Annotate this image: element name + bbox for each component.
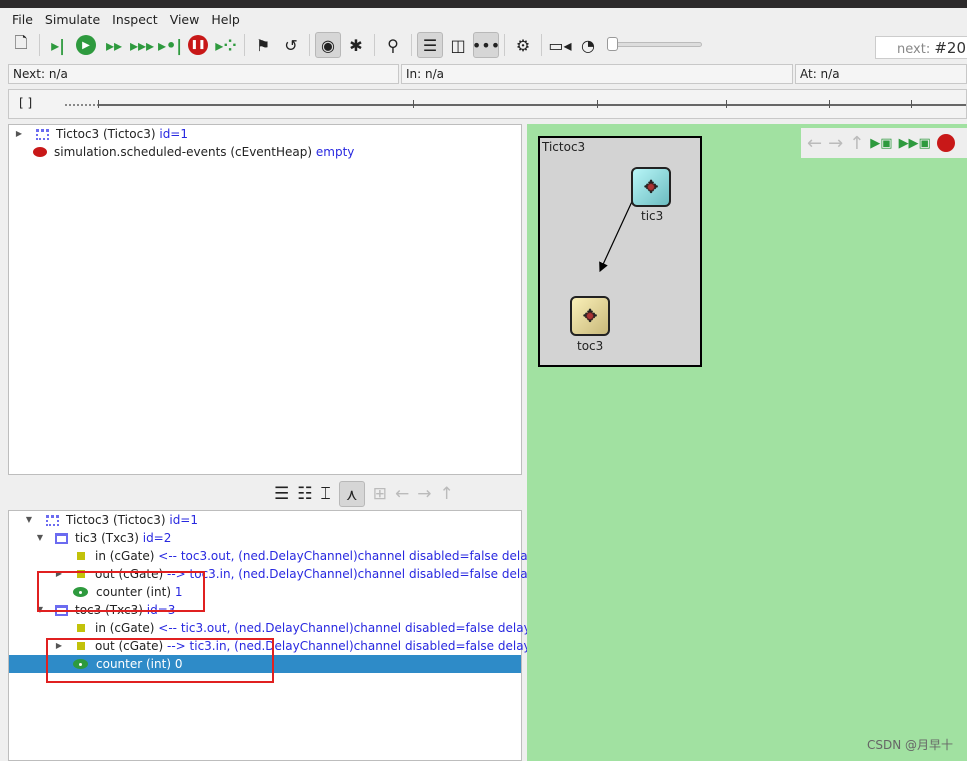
tree-item-tictoc3[interactable]: ▶ Tictoc3 (Tictoc3) id=1 — [9, 125, 188, 143]
stop-icon[interactable]: ❚❚ — [185, 32, 211, 58]
node-tic3-label: tic3 — [641, 209, 664, 223]
finish-flag-icon[interactable]: ⚑ — [250, 32, 276, 58]
network-module-box: Tictoc3 ✥ tic3 ✥ toc3 — [538, 136, 702, 367]
expand-icon[interactable]: ▶ — [14, 125, 24, 143]
menu-simulate[interactable]: Simulate — [39, 12, 106, 27]
forward-icon[interactable]: → — [828, 133, 843, 154]
module-icon — [55, 532, 68, 544]
title-bar — [0, 0, 967, 8]
tree-item-scheduled-events[interactable]: simulation.scheduled-events (cEventHeap)… — [9, 143, 354, 161]
menu-view[interactable]: View — [164, 12, 206, 27]
object-inspector-panel: ▼ Tictoc3 (Tictoc3) id=1 ▼ tic3 (Txc3) id=… — [8, 510, 570, 761]
find-icon[interactable]: ⚲ — [380, 32, 406, 58]
timeline-icon[interactable]: ☰ — [417, 32, 443, 58]
row-value: id=1 — [169, 513, 198, 527]
row-value: id=2 — [142, 531, 172, 545]
back-icon[interactable]: ← — [395, 484, 409, 504]
inspector-toolbar: ☰ ☷ ⌶ ⋏ ⊞ ← → ↑ — [274, 480, 522, 508]
settings-icon[interactable]: ⚙ — [510, 32, 536, 58]
tree-row[interactable]: in (cGate) <-- toc3.out, (ned.DelayChann… — [9, 547, 570, 565]
item-value: empty — [315, 145, 355, 159]
up-icon[interactable]: ↑ — [849, 133, 864, 154]
up-icon[interactable]: ↑ — [439, 484, 453, 504]
watermark: CSDN @月早十 — [866, 738, 953, 752]
debug-icon[interactable]: ✱ — [343, 32, 369, 58]
status-next: Next: n/a — [8, 64, 399, 84]
tree-row[interactable]: ▼ Tictoc3 (Tictoc3) id=1 — [9, 511, 198, 529]
status-in: In: n/a — [401, 64, 793, 84]
back-icon[interactable]: ← — [807, 133, 822, 154]
next-event-field[interactable]: next: #20 — [875, 36, 967, 59]
object-tree-icon[interactable]: ◫ — [445, 32, 471, 58]
debug-next-icon[interactable]: ▸⁘ — [213, 32, 239, 58]
forward-icon[interactable]: → — [417, 484, 431, 504]
menu-bar: File Simulate Inspect View Help — [0, 8, 967, 30]
inheritance-mode-icon[interactable]: ⌶ — [321, 484, 331, 504]
annotation-box — [46, 638, 274, 683]
row-label: in (cGate) — [95, 621, 155, 635]
record-icon[interactable]: ◉ — [315, 32, 341, 58]
menu-inspect[interactable]: Inspect — [106, 12, 164, 27]
network-icon — [46, 514, 59, 526]
express-run-icon[interactable]: ▸▸▸ — [129, 32, 155, 58]
fast-local-icon[interactable]: ▶▶▣ — [899, 136, 931, 151]
item-value: id=1 — [159, 127, 188, 141]
tree-mode-icon[interactable]: ⋏ — [338, 481, 365, 507]
tree-row[interactable]: in (cGate) <-- tic3.out, (ned.DelayChann… — [9, 619, 566, 637]
event-heap-icon — [33, 147, 47, 157]
node-toc3-icon[interactable]: ✥ — [570, 296, 610, 336]
speed-icon[interactable]: ◔ — [575, 32, 601, 58]
toolbar: 🗋 ▸| ▶ ▸▸ ▸▸▸ ▸•| ❚❚ ▸⁘ ⚑ ↺ ◉ ✱ ⚲ ☰ ◫ ••… — [0, 30, 967, 60]
canvas-toolbar: ← → ↑ ▶▣ ▶▶▣ — [801, 128, 967, 158]
row-label: Tictoc3 (Tictoc3) — [66, 513, 166, 527]
gate-icon — [77, 552, 85, 560]
row-value: <-- toc3.out, (ned.DelayChannel)channel … — [158, 549, 571, 563]
animation-icon[interactable]: ••• — [472, 32, 500, 58]
video-icon[interactable]: ▭◂ — [547, 32, 573, 58]
node-toc3-label: toc3 — [577, 339, 604, 353]
menu-help[interactable]: Help — [205, 12, 246, 27]
row-label: in (cGate) — [95, 549, 155, 563]
timeline-brackets: [ ] — [19, 96, 33, 110]
connection-arrow — [599, 172, 649, 273]
step-local-icon[interactable]: ▶▣ — [870, 136, 892, 151]
item-label: simulation.scheduled-events (cEventHeap) — [54, 145, 313, 159]
grouped-mode-icon[interactable]: ⊞ — [373, 484, 387, 504]
object-tree-panel: ▶ Tictoc3 (Tictoc3) id=1 simulation.sche… — [8, 124, 522, 475]
flat-mode-icon[interactable]: ☷ — [297, 484, 312, 504]
gate-icon — [77, 624, 85, 632]
network-canvas[interactable]: Tictoc3 ✥ tic3 ✥ toc3 ← → ↑ ▶▣ ▶▶▣ CSDN … — [527, 124, 967, 761]
run-until-icon[interactable]: ▸•| — [157, 32, 183, 58]
item-label: Tictoc3 (Tictoc3) — [56, 127, 156, 141]
annotation-box — [37, 571, 205, 612]
speed-slider[interactable] — [607, 35, 702, 55]
new-file-icon[interactable]: 🗋 — [8, 32, 34, 58]
fast-run-icon[interactable]: ▸▸ — [101, 32, 127, 58]
children-mode-icon[interactable]: ☰ — [274, 484, 289, 504]
step-icon[interactable]: ▸| — [45, 32, 71, 58]
rebuild-icon[interactable]: ↺ — [278, 32, 304, 58]
node-tic3-icon[interactable]: ✥ — [631, 167, 671, 207]
stop-local-icon[interactable] — [936, 134, 955, 152]
menu-file[interactable]: File — [6, 12, 39, 27]
row-value: --> toc3.in, (ned.DelayChannel)channel d… — [167, 567, 571, 581]
status-at: At: n/a — [795, 64, 967, 84]
timeline[interactable]: [ ] — [8, 89, 967, 119]
tree-row[interactable]: ▼ tic3 (Txc3) id=2 — [9, 529, 171, 547]
row-label: tic3 (Txc3) — [75, 531, 139, 545]
run-icon[interactable]: ▶ — [73, 32, 99, 58]
row-value: <-- tic3.out, (ned.DelayChannel)channel … — [158, 621, 567, 635]
network-icon — [36, 128, 49, 140]
